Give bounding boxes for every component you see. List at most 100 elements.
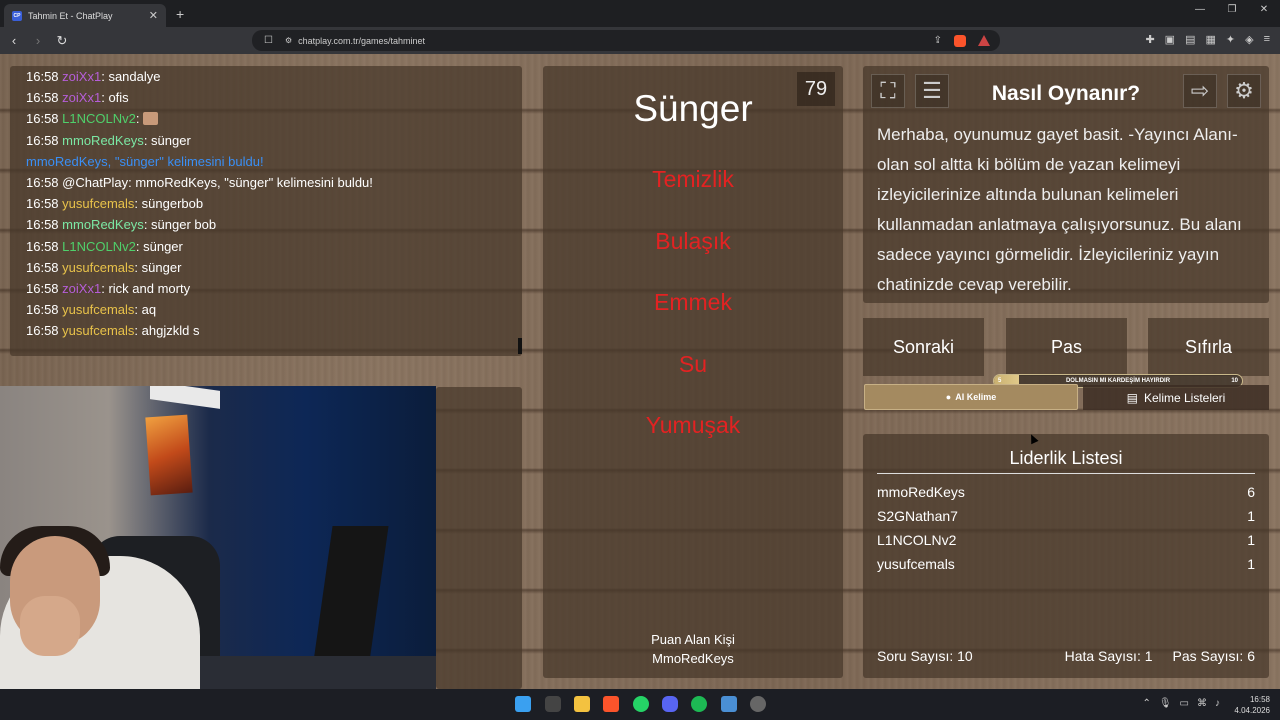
leaderboard-row: yusufcemals 1 — [877, 556, 1255, 572]
monitor — [311, 526, 389, 676]
forbidden-word: Emmek — [654, 289, 732, 315]
forbidden-word: Temizlik — [652, 166, 734, 192]
message-time: 16:58 — [26, 323, 59, 339]
brave-rewards-icon[interactable] — [978, 34, 990, 46]
display-icon[interactable]: ▭ — [1180, 698, 1189, 709]
wall-poster — [145, 414, 193, 496]
message-time: 16:58 — [26, 69, 59, 84]
message-text: sünger — [151, 132, 191, 148]
word-lists-button[interactable]: ▤ Kelime Listeleri — [1083, 385, 1269, 410]
leo-icon[interactable]: ✦ — [1226, 33, 1235, 46]
obs-icon[interactable] — [750, 696, 766, 712]
game-page: 16:58 zoiXx1: sandalye 16:58 zoiXx1: ofis… — [0, 54, 1280, 689]
reset-button[interactable]: Sıfırla — [1148, 318, 1269, 376]
chat-message: 16:58 zoiXx1: rick and morty — [26, 281, 191, 297]
forward-icon[interactable]: › — [28, 33, 48, 48]
browser-toolbar: ‹ › ↻ ☐ ⚙ chatplay.com.tr/games/tahminet… — [0, 27, 1280, 54]
scorer-name: MmoRedKeys — [652, 651, 734, 666]
chat-message: 16:58 yusufcemals: aq — [26, 302, 157, 318]
message-username[interactable]: zoiXx1 — [62, 69, 101, 84]
microphone-icon[interactable]: 🎙 — [1159, 698, 1172, 709]
system-clock[interactable]: 16:58 4.04.2026 — [1234, 694, 1270, 716]
message-text: ahgjzkld s — [141, 323, 200, 339]
restore-icon[interactable]: ❐ — [1216, 4, 1248, 15]
how-to-play-panel: ⛶ ☰ Nasıl Oynanır? ⇨ ⚙ Merhaba, oyunumuz… — [863, 66, 1269, 303]
new-tab-icon[interactable]: + — [176, 6, 184, 22]
close-window-icon[interactable]: ✕ — [1248, 4, 1280, 15]
chat-panel: 16:58 zoiXx1: sandalye 16:58 zoiXx1: ofis… — [10, 66, 522, 356]
tab-title: Tahmin Et - ChatPlay — [28, 10, 113, 21]
next-button[interactable]: Sonraki — [863, 318, 984, 376]
message-time: 16:58 — [26, 259, 59, 275]
message-time: 16:58 — [26, 90, 59, 106]
chat-message: mmoRedKeys, "sünger" kelimesini buldu! — [26, 151, 506, 172]
message-time: 16:58 — [26, 111, 59, 127]
ai-word-button[interactable]: ● AI Kelime — [864, 384, 1078, 410]
message-username[interactable]: yusufcemals — [62, 260, 134, 275]
chat-message: 16:58 yusufcemals: süngerbob — [26, 196, 204, 212]
task-view-icon[interactable] — [545, 696, 561, 712]
file-explorer-icon[interactable] — [574, 696, 590, 712]
extension-icons: ✚ ▣ ▤ ▦ ✦ ◈ ≡ — [1145, 33, 1270, 46]
message-username[interactable]: zoiXx1 — [62, 90, 101, 105]
whatsapp-icon[interactable] — [633, 696, 649, 712]
close-tab-icon[interactable]: ✕ — [149, 9, 158, 22]
menu-icon[interactable]: ≡ — [1264, 33, 1270, 46]
brave-browser-icon[interactable] — [603, 696, 619, 712]
message-username[interactable]: mmoRedKeys — [62, 217, 144, 232]
forbidden-word: Su — [678, 351, 708, 377]
site-info-icon[interactable]: ⚙ — [285, 36, 292, 45]
message-username[interactable]: yusufcemals — [62, 196, 134, 211]
chat-scrollbar[interactable] — [518, 338, 522, 354]
reload-icon[interactable]: ↻ — [52, 33, 72, 49]
sidebar-icon[interactable]: ▤ — [1185, 33, 1195, 46]
message-time: 16:58 — [26, 302, 59, 318]
address-bar[interactable]: ☐ ⚙ chatplay.com.tr/games/tahminet ⇪ — [252, 30, 1000, 51]
message-username[interactable]: L1NCOLNv2 — [62, 239, 136, 254]
message-text: sünger — [143, 238, 183, 254]
volume-icon[interactable]: ♪ — [1215, 698, 1220, 709]
message-username[interactable]: L1NCOLNv2 — [62, 111, 136, 126]
wallet-icon[interactable]: ▦ — [1205, 33, 1215, 46]
share-icon[interactable]: ⇪ — [934, 35, 942, 47]
message-username[interactable]: mmoRedKeys — [62, 133, 144, 148]
emote-icon — [143, 112, 159, 126]
discord-icon[interactable] — [662, 696, 678, 712]
extensions-icon[interactable]: ✚ — [1145, 33, 1154, 46]
logout-icon[interactable]: ⇨ — [1183, 74, 1217, 108]
leaderboard-row: S2GNathan7 1 — [877, 508, 1255, 524]
vpn-icon[interactable]: ◈ — [1245, 33, 1253, 46]
tab-search-icon[interactable]: ▣ — [1165, 33, 1175, 46]
message-time: 16:58 — [26, 132, 59, 148]
message-text: aq — [141, 302, 157, 318]
stats-footer: Soru Sayısı: 10 Hata Sayısı: 1 Pas Sayıs… — [877, 648, 1255, 664]
player-name: L1NCOLNv2 — [877, 532, 957, 548]
network-icon[interactable]: ⌘ — [1197, 698, 1207, 709]
message-time: 16:58 — [26, 196, 59, 212]
pass-button[interactable]: Pas — [1006, 318, 1127, 376]
player-name: S2GNathan7 — [877, 508, 958, 524]
message-username[interactable]: yusufcemals — [62, 302, 134, 317]
minimize-icon[interactable]: — — [1184, 4, 1216, 15]
ai-word-label: AI Kelime — [955, 392, 997, 402]
message-username[interactable]: yusufcemals — [62, 323, 134, 338]
air-conditioner — [150, 386, 220, 409]
back-icon[interactable]: ‹ — [4, 33, 24, 48]
clock-time: 16:58 — [1249, 695, 1270, 704]
app-icon[interactable] — [721, 696, 737, 712]
message-time: 16:58 — [26, 217, 59, 233]
url-text[interactable]: chatplay.com.tr/games/tahminet — [298, 36, 425, 46]
browser-tab[interactable]: CP Tahmin Et - ChatPlay ✕ — [4, 4, 166, 27]
brave-shields-icon[interactable] — [954, 34, 966, 47]
windows-start-icon[interactable] — [515, 696, 531, 712]
scorer-label: Puan Alan Kişi — [651, 632, 735, 647]
chat-message: 16:58 zoiXx1: sandalye — [26, 69, 161, 84]
spotify-icon[interactable] — [691, 696, 707, 712]
webcam-overlay — [0, 386, 436, 689]
streamer-hand — [20, 596, 80, 656]
message-username[interactable]: zoiXx1 — [62, 281, 101, 296]
settings-gear-icon[interactable]: ⚙ — [1227, 74, 1261, 108]
chevron-up-icon[interactable]: ⌃ — [1142, 698, 1150, 709]
player-name: mmoRedKeys — [877, 484, 965, 500]
bookmark-icon[interactable]: ☐ — [264, 35, 273, 46]
